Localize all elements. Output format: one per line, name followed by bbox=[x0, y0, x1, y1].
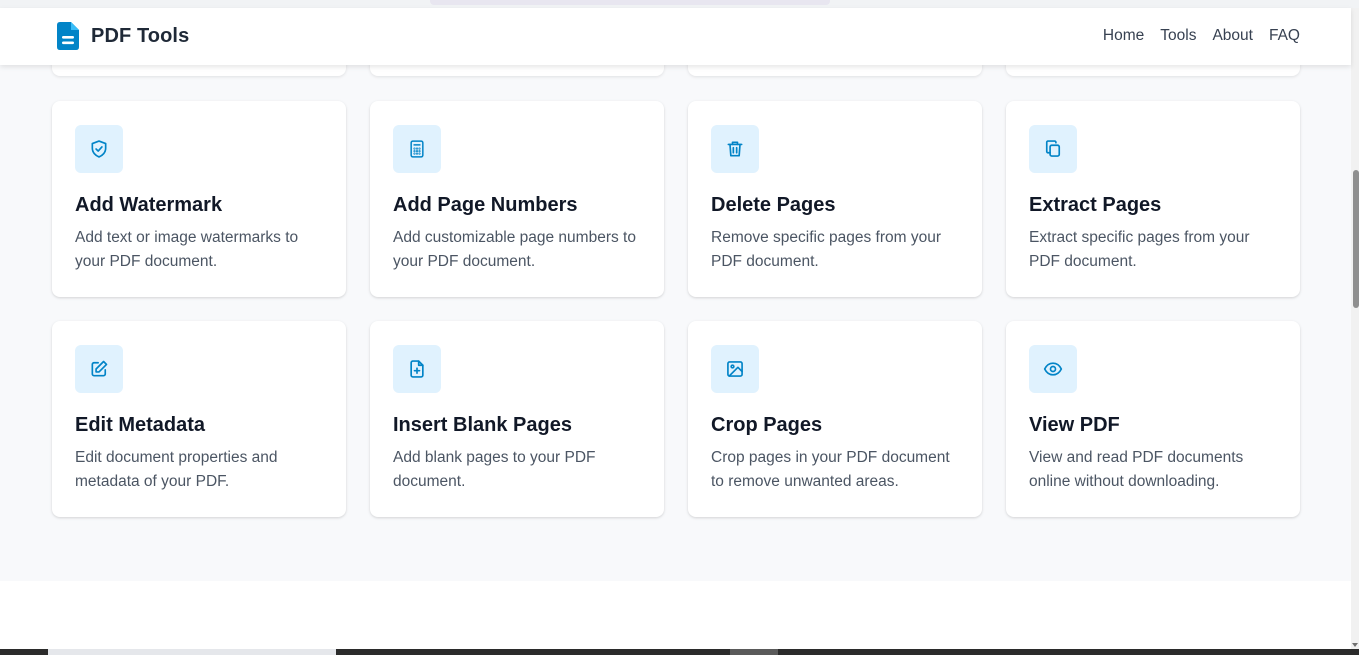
tool-title: Crop Pages bbox=[711, 414, 823, 436]
tool-title: Add Watermark bbox=[75, 194, 223, 216]
shield-check-icon bbox=[91, 140, 107, 158]
tool-card-insert-blank-pages[interactable]: Insert Blank Pages Add blank pages to yo… bbox=[370, 321, 664, 517]
tool-title: Extract Pages bbox=[1029, 194, 1162, 216]
tool-icon-box bbox=[75, 345, 123, 393]
tool-description: Extract specific pages from your PDF doc… bbox=[1029, 229, 1250, 270]
tool-title: View PDF bbox=[1029, 414, 1120, 436]
nav-faq-link[interactable]: FAQ bbox=[1269, 26, 1300, 46]
browser-tab-slot bbox=[430, 0, 830, 5]
tool-icon-box bbox=[1029, 125, 1077, 173]
nav-about-link[interactable]: About bbox=[1212, 26, 1253, 46]
tool-description: Add text or image watermarks to your PDF… bbox=[75, 229, 299, 270]
document-logo-icon bbox=[57, 22, 79, 50]
page-scrollbar[interactable] bbox=[1351, 8, 1359, 649]
tool-description: Crop pages in your PDF document to remov… bbox=[711, 449, 950, 490]
tool-icon-box bbox=[393, 125, 441, 173]
scrollbar-thumb[interactable] bbox=[1353, 170, 1359, 308]
trash-icon bbox=[727, 141, 743, 157]
taskbar-segment bbox=[48, 649, 336, 655]
tool-description: Remove specific pages from your PDF docu… bbox=[711, 229, 942, 270]
tool-title: Insert Blank Pages bbox=[393, 414, 572, 436]
tool-card-view-pdf[interactable]: View PDF View and read PDF documents onl… bbox=[1006, 321, 1300, 517]
calculator-icon bbox=[410, 140, 424, 158]
tool-icon-box bbox=[711, 125, 759, 173]
tool-title: Delete Pages bbox=[711, 194, 836, 216]
edit-icon bbox=[91, 360, 108, 377]
eye-icon bbox=[1043, 362, 1063, 376]
tool-icon-box bbox=[393, 345, 441, 393]
tool-icon-box bbox=[711, 345, 759, 393]
tool-description: View and read PDF documents online witho… bbox=[1029, 449, 1244, 490]
tool-card-edit-metadata[interactable]: Edit Metadata Edit document properties a… bbox=[52, 321, 346, 517]
tool-card-extract-pages[interactable]: Extract Pages Extract specific pages fro… bbox=[1006, 101, 1300, 297]
tool-card-delete-pages[interactable]: Delete Pages Remove specific pages from … bbox=[688, 101, 982, 297]
main-nav: Home Tools About FAQ bbox=[1103, 26, 1300, 46]
tool-icon-box bbox=[1029, 345, 1077, 393]
os-taskbar bbox=[0, 649, 1359, 655]
file-plus-icon bbox=[410, 360, 424, 378]
image-icon bbox=[727, 361, 743, 377]
taskbar-segment bbox=[730, 649, 778, 655]
copy-icon bbox=[1045, 140, 1061, 157]
tool-description: Add customizable page numbers to your PD… bbox=[393, 229, 636, 270]
nav-tools-link[interactable]: Tools bbox=[1160, 26, 1196, 46]
tool-title: Add Page Numbers bbox=[393, 194, 578, 216]
tool-title: Edit Metadata bbox=[75, 414, 206, 436]
browser-top-strip bbox=[0, 0, 1359, 8]
lower-section bbox=[0, 581, 1351, 649]
tool-description: Add blank pages to your PDF document. bbox=[393, 449, 596, 490]
site-header: PDF Tools Home Tools About FAQ bbox=[0, 8, 1351, 65]
scroll-down-arrow-icon[interactable] bbox=[1352, 643, 1358, 647]
brand[interactable]: PDF Tools bbox=[57, 22, 189, 50]
tool-card-crop-pages[interactable]: Crop Pages Crop pages in your PDF docume… bbox=[688, 321, 982, 517]
tool-description: Edit document properties and metadata of… bbox=[75, 449, 278, 490]
tool-card-add-page-numbers[interactable]: Add Page Numbers Add customizable page n… bbox=[370, 101, 664, 297]
tool-card-add-watermark[interactable]: Add Watermark Add text or image watermar… bbox=[52, 101, 346, 297]
brand-name: PDF Tools bbox=[91, 24, 190, 47]
nav-home-link[interactable]: Home bbox=[1103, 26, 1144, 46]
tool-icon-box bbox=[75, 125, 123, 173]
